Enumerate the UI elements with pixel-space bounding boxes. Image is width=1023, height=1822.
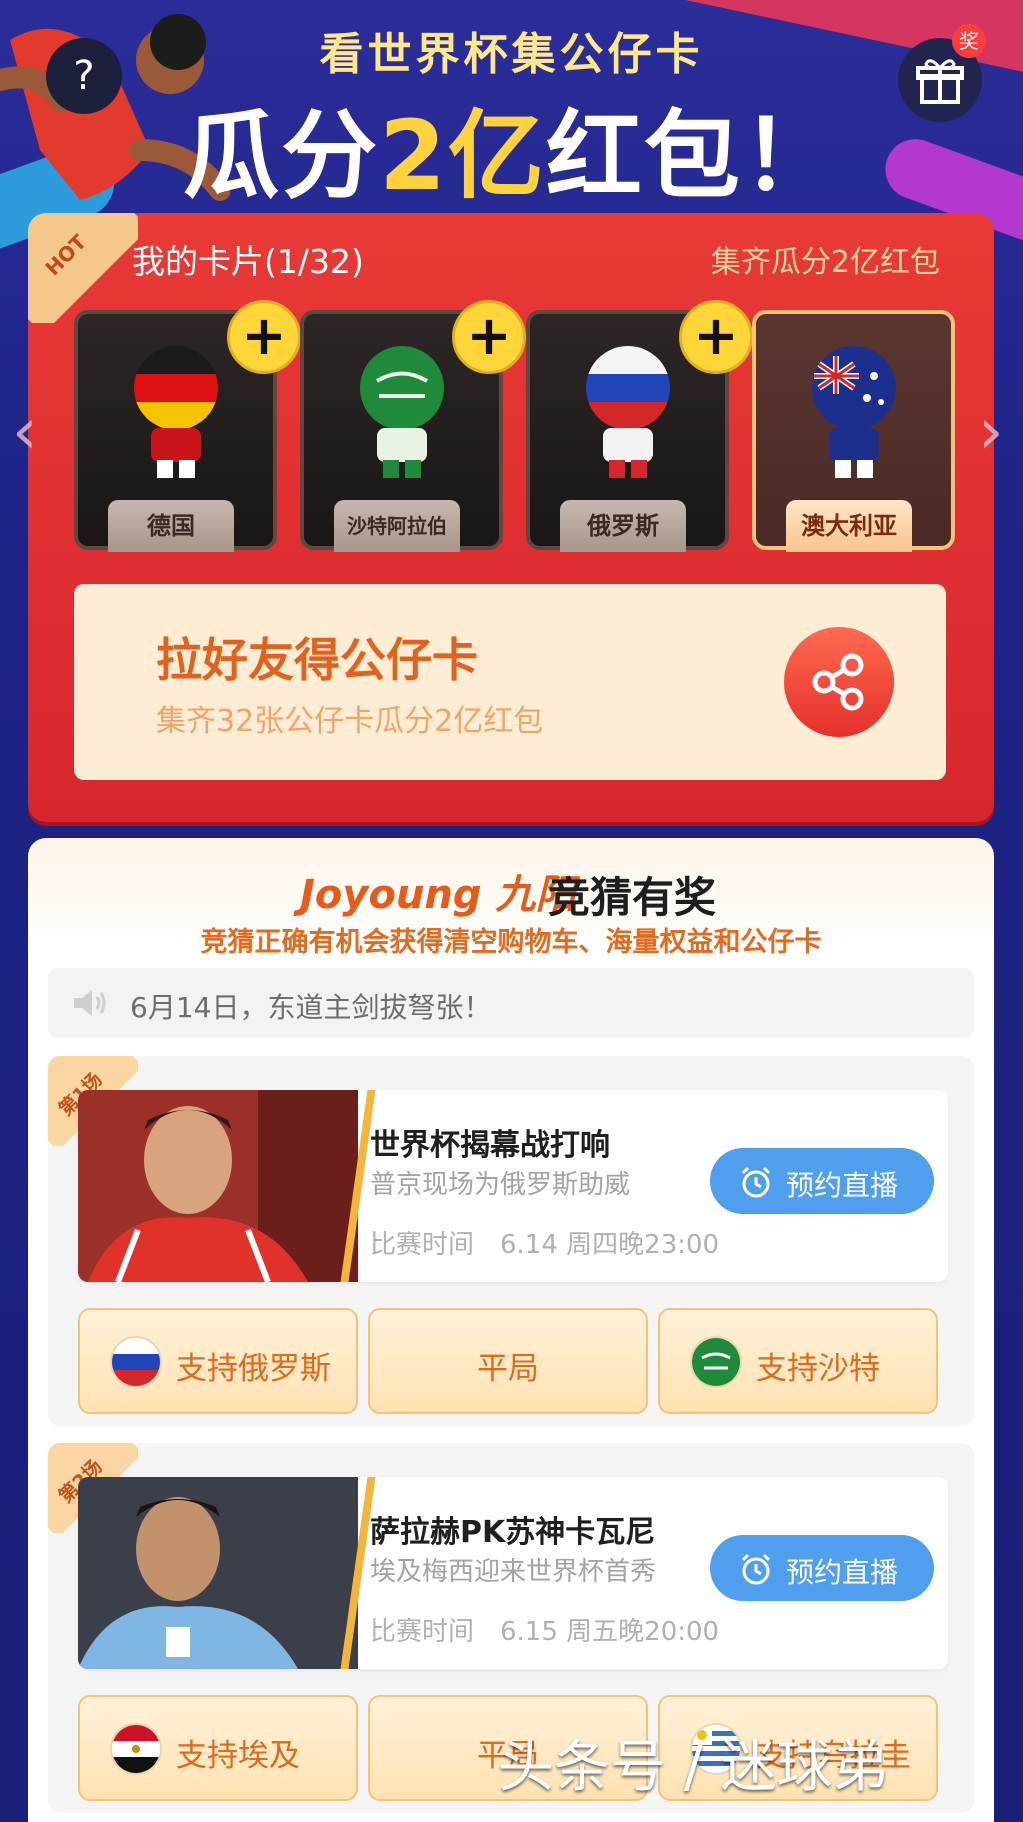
bet-options: 支持俄罗斯 平局 支持沙特	[78, 1308, 948, 1414]
bet-label: 平局	[477, 1351, 539, 1387]
quiz-title: 竞猜有奖	[548, 873, 717, 922]
player-photo	[78, 1090, 358, 1282]
add-card-button[interactable]: +	[452, 300, 526, 374]
reserve-live-label: 预约直播	[786, 1169, 899, 1202]
reserve-live-label: 预约直播	[786, 1556, 899, 1589]
alarm-clock-icon	[741, 1553, 771, 1585]
saudi-mascot-icon	[359, 346, 444, 478]
bet-team-a-button[interactable]: 支持埃及	[78, 1695, 358, 1801]
russia-flag-icon	[110, 1336, 162, 1388]
bet-label: 支持俄罗斯	[176, 1351, 331, 1387]
header-title: 瓜分2亿红包！	[0, 78, 1023, 217]
match-info[interactable]: 萨拉赫PK苏神卡瓦尼 埃及梅西迎来世界杯首秀 比赛时间 6.15 周五晚20:0…	[78, 1477, 948, 1669]
match-info[interactable]: 世界杯揭幕战打响 普京现场为俄罗斯助威 比赛时间 6.14 周四晚23:00 预…	[78, 1090, 948, 1282]
prize-badge: 奖	[952, 24, 986, 58]
brand-logo: Joyoung 九阳	[300, 872, 576, 918]
invite-friends-box[interactable]: 拉好友得公仔卡 集齐32张公仔卡瓜分2亿红包	[74, 584, 946, 780]
header-title-prefix: 瓜分	[183, 100, 380, 212]
germany-mascot-icon	[133, 346, 218, 478]
match-title: 世界杯揭幕战打响	[370, 1128, 610, 1163]
share-icon	[812, 653, 864, 711]
watermark: 头条号 / 迷球弟	[498, 1735, 889, 1800]
card-label: 沙特阿拉伯	[334, 500, 460, 552]
match-title: 萨拉赫PK苏神卡瓦尼	[370, 1515, 656, 1550]
notice-text: 6月14日，东道主剑拔弩张！	[130, 991, 492, 1024]
match-time: 比赛时间 6.14 周四晚23:00	[370, 1230, 720, 1260]
bet-team-b-button[interactable]: 支持沙特	[658, 1308, 938, 1414]
card-label: 澳大利亚	[786, 500, 912, 552]
header-subtitle: 看世界杯集公仔卡	[319, 29, 704, 80]
invite-title: 拉好友得公仔卡	[156, 633, 478, 687]
header-title-amount: 2亿	[379, 100, 546, 212]
alarm-clock-icon	[741, 1166, 771, 1198]
hot-ribbon: HOT	[28, 213, 138, 323]
share-button[interactable]	[784, 627, 894, 737]
card-australia[interactable]: 澳大利亚	[752, 310, 955, 552]
bet-team-a-button[interactable]: 支持俄罗斯	[78, 1308, 358, 1414]
saudi-flag-icon	[690, 1336, 742, 1388]
my-cards-title: 我的卡片(1/32)	[132, 242, 364, 281]
match-description: 普京现场为俄罗斯助威	[370, 1170, 631, 1200]
egypt-flag-icon	[110, 1723, 162, 1775]
bet-label: 支持沙特	[756, 1351, 880, 1387]
match-card: 第1场 世界杯揭幕战打响 普京现场为俄罗斯助威 比赛时间 6.14 周四晚23:…	[48, 1056, 974, 1426]
hot-label: HOT	[40, 229, 91, 281]
add-card-button[interactable]: +	[227, 300, 301, 374]
player-photo	[78, 1477, 358, 1669]
match-description: 埃及梅西迎来世界杯首秀	[370, 1557, 657, 1587]
invite-subtitle: 集齐32张公仔卡瓜分2亿红包	[156, 704, 544, 739]
next-arrow-icon[interactable]: ›	[978, 395, 1004, 469]
reserve-live-button[interactable]: 预约直播	[710, 1148, 934, 1214]
card-label: 德国	[108, 500, 234, 552]
collect-hint: 集齐瓜分2亿红包	[710, 245, 940, 280]
australia-mascot-icon	[811, 346, 896, 478]
russia-mascot-icon	[585, 346, 670, 478]
prev-arrow-icon[interactable]: ‹	[12, 395, 38, 469]
add-card-button[interactable]: +	[679, 300, 753, 374]
match-time: 比赛时间 6.15 周五晚20:00	[370, 1617, 720, 1647]
notice-bar: 6月14日，东道主剑拔弩张！	[48, 968, 974, 1038]
header-title-suffix: 红包！	[545, 100, 840, 212]
bet-draw-button[interactable]: 平局	[368, 1308, 648, 1414]
quiz-subtitle: 竞猜正确有机会获得清空购物车、海量权益和公仔卡	[200, 927, 822, 958]
speaker-icon	[74, 990, 106, 1016]
bet-label: 支持埃及	[176, 1738, 300, 1774]
reserve-live-button[interactable]: 预约直播	[710, 1535, 934, 1601]
quiz-panel: Joyoung 九阳 竞猜有奖 竞猜正确有机会获得清空购物车、海量权益和公仔卡 …	[28, 838, 994, 1822]
card-label: 俄罗斯	[560, 500, 686, 552]
